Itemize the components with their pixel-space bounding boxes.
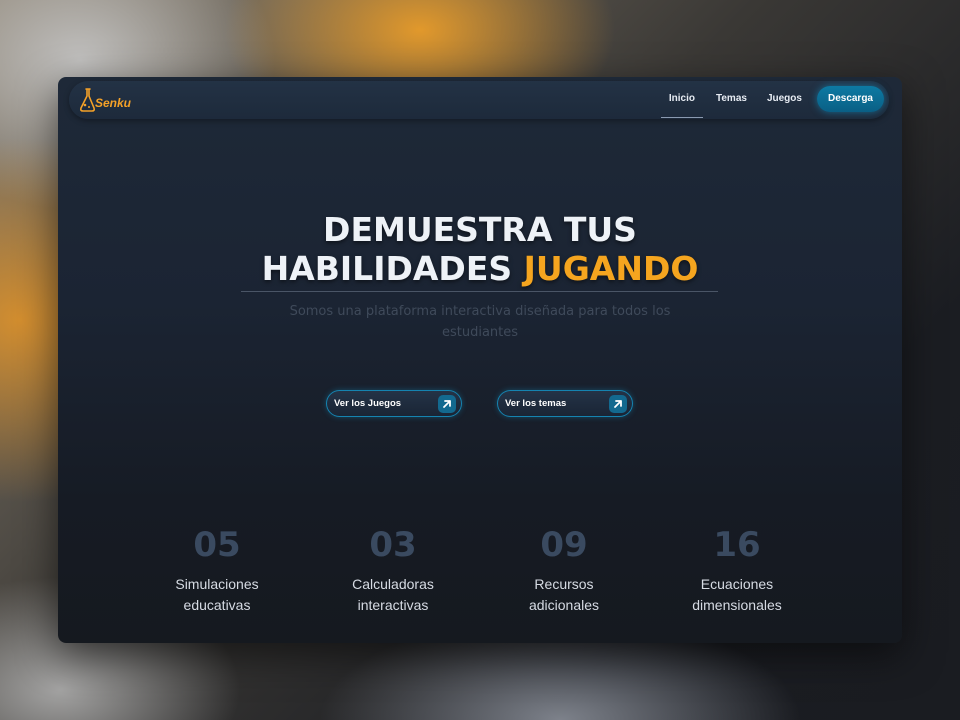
app-window: Senku Inicio Temas Juegos Descarga DEMUE… bbox=[58, 77, 902, 643]
stat-simulaciones: 05 Simulaciones educativas bbox=[142, 525, 292, 616]
view-topics-button[interactable]: Ver los temas bbox=[497, 390, 633, 417]
stat-label-line2: adicionales bbox=[528, 597, 600, 613]
view-games-label: Ver los Juegos bbox=[334, 398, 402, 409]
stat-label-line1: Calculadoras bbox=[352, 576, 434, 592]
stat-label: Calculadoras interactivas bbox=[318, 574, 468, 616]
stat-label: Simulaciones educativas bbox=[142, 574, 292, 616]
stat-label-line1: Recursos bbox=[534, 576, 594, 592]
logo-text: Senku bbox=[95, 96, 132, 110]
hero-divider bbox=[241, 291, 718, 292]
hero-title-line2-prefix: HABILIDADES bbox=[261, 249, 524, 288]
stat-label-line2: educativas bbox=[183, 597, 251, 613]
stats-section: 05 Simulaciones educativas 03 Calculador… bbox=[58, 525, 902, 625]
stat-number: 03 bbox=[369, 525, 417, 565]
hero-title-accent: JUGANDO bbox=[523, 249, 699, 288]
navbar: Senku Inicio Temas Juegos Descarga bbox=[69, 81, 889, 119]
nav-link-temas[interactable]: Temas bbox=[709, 85, 754, 113]
stat-number: 09 bbox=[540, 525, 588, 565]
stat-recursos: 09 Recursos adicionales bbox=[489, 525, 639, 616]
view-topics-label: Ver los temas bbox=[505, 398, 567, 409]
hero-subtitle: Somos una plataforma interactiva diseñad… bbox=[289, 304, 671, 340]
stat-number: 05 bbox=[193, 525, 241, 565]
nav-link-juegos[interactable]: Juegos bbox=[760, 85, 809, 113]
logo[interactable]: Senku bbox=[77, 86, 131, 114]
stat-label-line2: interactivas bbox=[357, 597, 429, 613]
stat-label-line2: dimensionales bbox=[692, 597, 782, 613]
stat-label: Recursos adicionales bbox=[489, 574, 639, 616]
stat-number: 16 bbox=[713, 525, 761, 565]
view-games-button[interactable]: Ver los Juegos bbox=[326, 390, 462, 417]
stat-label-line1: Simulaciones bbox=[175, 576, 259, 592]
arrow-up-right-icon bbox=[438, 395, 456, 413]
nav-link-inicio[interactable]: Inicio bbox=[660, 85, 704, 118]
hero-title-line1: DEMUESTRA TUS bbox=[323, 210, 637, 249]
nav-links: Inicio Temas Juegos Descarga bbox=[655, 85, 884, 118]
stat-ecuaciones: 16 Ecuaciones dimensionales bbox=[662, 525, 812, 616]
download-button[interactable]: Descarga bbox=[816, 86, 884, 112]
stat-label-line1: Ecuaciones bbox=[700, 576, 774, 592]
hero-title: DEMUESTRA TUS HABILIDADES JUGANDO bbox=[58, 210, 902, 288]
stat-label: Ecuaciones dimensionales bbox=[662, 574, 812, 616]
arrow-up-right-icon bbox=[609, 395, 627, 413]
stat-calculadoras: 03 Calculadoras interactivas bbox=[318, 525, 468, 616]
